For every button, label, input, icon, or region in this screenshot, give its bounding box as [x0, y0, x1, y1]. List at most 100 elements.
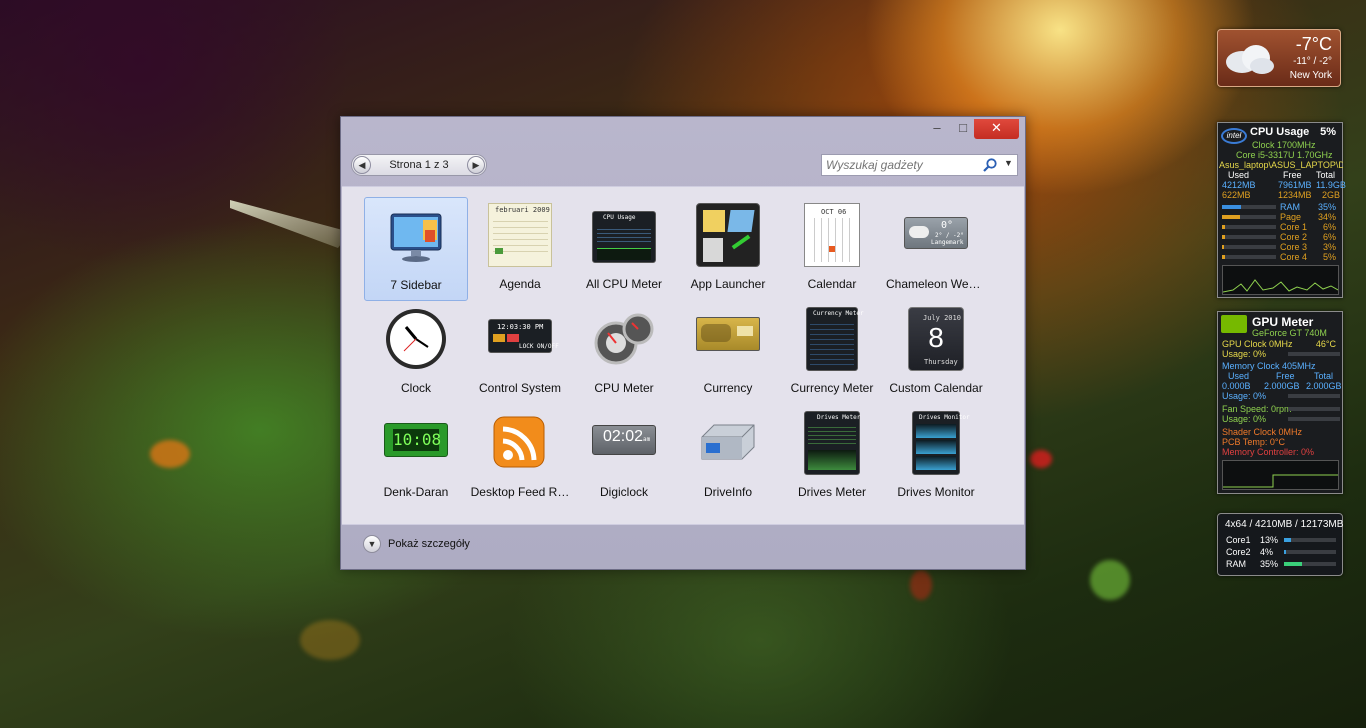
page-free: 1234MB [1278, 190, 1312, 200]
calendar-icon: OCT 06 [804, 203, 860, 267]
cpu-bar-label: Page [1280, 212, 1302, 222]
weather-range: -11° / -2° [1293, 56, 1332, 67]
agenda-calendar-icon: februari 2009 [488, 203, 552, 267]
cpu-bar-value: 5% [1322, 252, 1336, 262]
gadget-label: Currency [703, 381, 753, 395]
control-system-icon: 12:03:30 PM LOCK ON/OFF [488, 319, 559, 353]
weather-city: New York [1289, 70, 1332, 81]
gadget-label: All CPU Meter [585, 277, 662, 291]
gadget-label: 7 Sidebar [390, 278, 442, 292]
gadget-tile[interactable]: 12:03:30 PM LOCK ON/OFF Control System [468, 301, 572, 405]
app-launcher-icon [696, 203, 760, 267]
cpu-bar-label: Core 1 [1280, 222, 1308, 232]
next-page-button[interactable]: ▶ [467, 156, 485, 174]
gadget-tile[interactable]: 7 Sidebar [364, 197, 468, 301]
search-box: ▼ [821, 154, 1018, 176]
currency-meter-icon: Currency Meter [806, 307, 864, 371]
gadget-label: CPU Meter [594, 381, 654, 395]
gadget-label: DriveInfo [703, 485, 753, 499]
cpu-bar-label: Core 3 [1280, 242, 1308, 252]
show-details-label: Pokaż szczegóły [388, 538, 470, 550]
cpu-header-free: Free [1283, 170, 1302, 180]
cpu-title: CPU Usage [1250, 126, 1310, 138]
gadget-grid: 7 Sidebar februari 2009 Agenda CPU Usage… [342, 186, 1024, 525]
gadget-tile[interactable]: Desktop Feed R… [468, 405, 572, 509]
gadget-tile[interactable]: CPU Usage All CPU Meter [572, 197, 676, 301]
cpu-name: Core i5-3317U 1.70GHz [1236, 150, 1333, 160]
gadget-tile[interactable]: OCT 06 Calendar [780, 197, 884, 301]
close-button[interactable]: ✕ [974, 119, 1019, 139]
gpu-mem-usage: Usage: 0% [1222, 391, 1267, 401]
cpu-dial-icon [594, 313, 654, 365]
cpu-history-graph [1222, 265, 1339, 295]
cpu-bar [1222, 235, 1276, 239]
memory-controller: Memory Controller: 0% [1222, 447, 1315, 457]
cpu-bar [1222, 245, 1276, 249]
cpu-meter-panel-icon: CPU Usage [592, 211, 656, 263]
gadget-label: Denk-Daran [383, 485, 449, 499]
gadget-tile[interactable]: Currency Meter Currency Meter [780, 301, 884, 405]
gadget-label: Clock [400, 381, 431, 395]
gadget-tile[interactable]: Drives Monitor Drives Monitor [884, 405, 988, 509]
gpu-title: GPU Meter [1252, 315, 1314, 329]
minimize-button[interactable]: – [924, 119, 950, 139]
digital-alarm-icon: 10:08 [384, 423, 448, 457]
gpu-model: GeForce GT 740M [1252, 328, 1327, 338]
gpu-mem-free: 2.000GB [1264, 381, 1300, 391]
fan-bar [1288, 407, 1340, 411]
cpu-bar-value: 34% [1317, 212, 1336, 222]
gadget-tile[interactable]: DriveInfo [676, 405, 780, 509]
gadget-tile[interactable]: App Launcher [676, 197, 780, 301]
gpu-clock: GPU Clock 0MHz [1222, 339, 1293, 349]
weather-cloud-icon: 0° 2° / -2° Langemark [904, 217, 968, 249]
sidebar-monitor-icon [390, 213, 442, 262]
chevron-left-icon: ◀ [358, 160, 366, 170]
memory-row-bar [1284, 550, 1336, 554]
page-navigator: ◀ Strona 1 z 3 ▶ [351, 154, 487, 176]
memory-row-value: 13% [1260, 535, 1279, 545]
gpu-mem-bar [1288, 394, 1340, 398]
memory-clock: Memory Clock 405MHz [1222, 361, 1316, 371]
memory-meter-gadget[interactable]: 4x64 / 4210MB / 12173MB Core1 13% Core2 4% R… [1217, 513, 1343, 576]
gadget-tile[interactable]: 0° 2° / -2° Langemark Chameleon Wea… [884, 197, 988, 301]
gadget-tile[interactable]: februari 2009 Agenda [468, 197, 572, 301]
gadget-label: Chameleon Wea… [886, 277, 988, 291]
gpu-usage: Usage: 0% [1222, 349, 1267, 359]
currency-card-icon [696, 317, 760, 351]
ram-free: 7961MB [1278, 180, 1312, 190]
gadget-tile[interactable]: Clock [364, 301, 468, 405]
gpu-header-used: Used [1228, 371, 1250, 381]
intel-logo-icon: intel [1221, 128, 1247, 144]
gpu-usage-bar [1288, 352, 1340, 356]
gpu-temp: 46°C [1315, 339, 1336, 349]
gadget-tile[interactable]: Drives Meter Drives Meter [780, 405, 884, 509]
previous-page-button[interactable]: ◀ [353, 156, 371, 174]
cpu-host: Asus_laptop\ASUS_LAPTOP\Da [1219, 160, 1343, 170]
gadget-tile[interactable]: CPU Meter [572, 301, 676, 405]
cloud-icon [1226, 45, 1274, 74]
gpu-meter-gadget[interactable]: GPU Meter GeForce GT 740M GPU Clock 0MHz… [1217, 311, 1343, 494]
cpu-clock: Clock 1700MHz [1252, 140, 1316, 150]
gadget-tile[interactable]: 10:08 Denk-Daran [364, 405, 468, 509]
memory-row-label: RAM [1226, 559, 1246, 569]
search-icon[interactable] [982, 157, 998, 173]
gadget-label: Drives Meter [797, 485, 866, 499]
gadget-tile[interactable]: July 2010 8 Thursday Custom Calendar [884, 301, 988, 405]
gadget-tile[interactable]: Currency [676, 301, 780, 405]
chevron-right-icon: ▶ [472, 160, 480, 170]
pcb-temp: PCB Temp: 0°C [1222, 437, 1285, 447]
hard-drive-icon [701, 424, 755, 460]
gadget-label: Drives Monitor [897, 485, 975, 499]
maximize-button[interactable]: □ [950, 119, 976, 139]
cpu-usage-gadget[interactable]: intel CPU Usage 5% Clock 1700MHz Core i5… [1217, 122, 1346, 298]
gadget-tile[interactable]: 02:02 am Digiclock [572, 405, 676, 509]
search-input[interactable] [826, 157, 976, 173]
fan-speed: Fan Speed: 0rpm [1222, 404, 1292, 414]
weather-gadget[interactable]: -7°C -11° / -2° New York [1217, 29, 1341, 87]
cpu-bar [1222, 255, 1276, 259]
search-dropdown-icon[interactable]: ▼ [1004, 158, 1013, 168]
cpu-bar-label: RAM [1280, 202, 1300, 212]
memory-row-label: Core1 [1226, 535, 1251, 545]
cpu-bar-value: 35% [1317, 202, 1336, 212]
gpu-mem-total: 2.000GB [1306, 381, 1342, 391]
